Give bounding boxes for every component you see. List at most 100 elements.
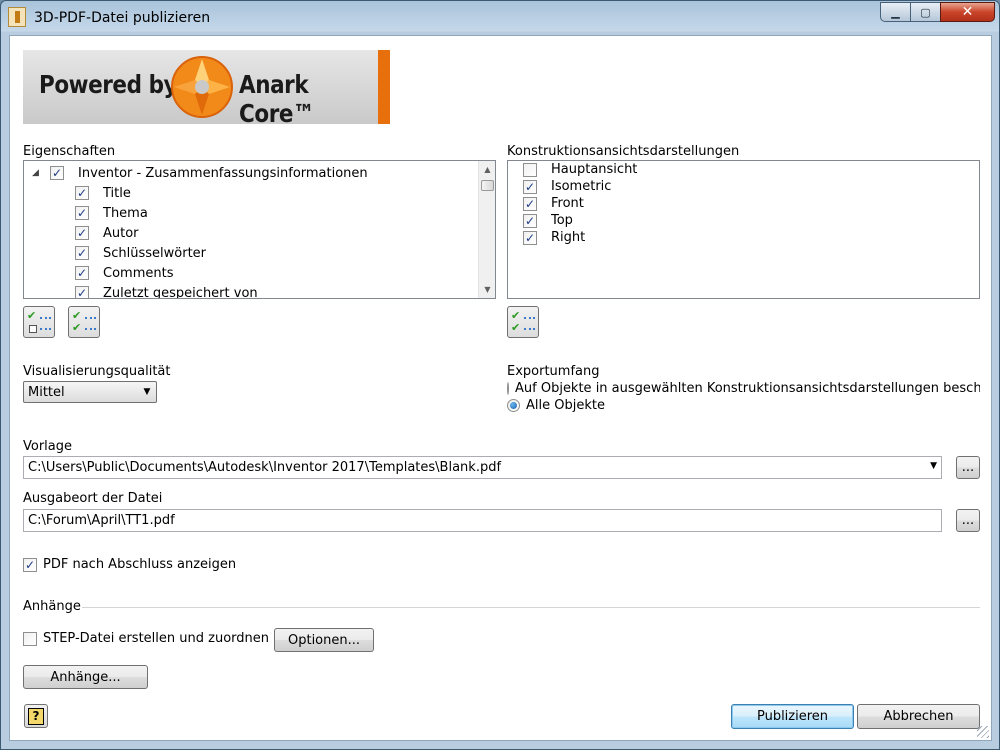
view-checkbox[interactable] — [523, 196, 537, 211]
export-option-all[interactable]: Alle Objekte — [507, 397, 605, 414]
tree-checkbox-summary[interactable] — [50, 166, 64, 180]
scroll-up-icon[interactable]: ▲ — [479, 161, 495, 178]
tree-item[interactable]: Comments — [75, 263, 173, 283]
tree-expander-icon[interactable]: ◢ — [32, 168, 42, 178]
check-all-views-button[interactable]: ✔ ✔ — [507, 306, 539, 338]
view-item-isometric[interactable]: Isometric — [523, 178, 611, 195]
tree-item[interactable]: Thema — [75, 203, 148, 223]
dialog-window: 3D-PDF-Datei publizieren ▁ ▢ ✕ Powered b… — [0, 0, 1000, 750]
views-label: Konstruktionsansichtsdarstellungen — [507, 144, 740, 159]
view-item-top[interactable]: Top — [523, 212, 573, 229]
tree-label: Zuletzt gespeichert von — [103, 285, 258, 299]
help-button[interactable]: ? — [24, 704, 48, 728]
check-all-properties-button[interactable]: ✔ ✔ — [68, 306, 100, 338]
anark-logo-icon — [171, 56, 233, 118]
export-radio-restricted[interactable] — [507, 382, 509, 395]
template-combo[interactable]: C:\Users\Public\Documents\Autodesk\Inven… — [23, 456, 942, 479]
view-checkbox[interactable] — [523, 162, 537, 177]
quality-select[interactable]: Mittel ▼ — [23, 381, 157, 403]
logo-text-powered-by: Powered by — [39, 70, 178, 99]
resize-grip[interactable] — [977, 726, 989, 738]
attachments-section-label: Anhänge — [23, 599, 81, 614]
properties-label: Eigenschaften — [23, 144, 116, 159]
tree-item[interactable]: Zuletzt gespeichert von — [75, 283, 258, 299]
tree-checkbox[interactable] — [75, 206, 89, 220]
checkmark-icon: ✔ — [511, 321, 521, 334]
publish-label: Publizieren — [756, 709, 829, 724]
chevron-down-icon[interactable]: ▼ — [930, 461, 937, 471]
output-browse-button[interactable]: ... — [956, 509, 980, 532]
tree-label: Thema — [103, 205, 148, 221]
tree-label: Comments — [103, 265, 174, 281]
options-button[interactable]: Optionen... — [274, 628, 374, 652]
view-checkbox[interactable] — [523, 179, 537, 194]
show-pdf-option[interactable]: PDF nach Abschluss anzeigen — [23, 557, 236, 572]
tree-item[interactable]: Title — [75, 183, 131, 203]
logo-accent-stripe — [378, 50, 390, 124]
export-option-restricted[interactable]: Auf Objekte in ausgewählten Konstruktion… — [507, 380, 980, 397]
view-label: Front — [551, 196, 584, 211]
anark-logo: Powered by Anark Core™ — [23, 50, 390, 124]
scroll-thumb[interactable] — [481, 180, 494, 191]
list-line-icon — [524, 328, 535, 330]
export-option-label: Alle Objekte — [526, 398, 605, 413]
window-title: 3D-PDF-Datei publizieren — [34, 10, 211, 26]
tree-label: Autor — [103, 225, 139, 241]
list-line-icon — [40, 328, 51, 330]
output-path-input[interactable]: C:\Forum\April\TT1.pdf — [23, 509, 942, 532]
show-pdf-label: PDF nach Abschluss anzeigen — [43, 557, 237, 572]
output-label: Ausgabeort der Datei — [23, 491, 163, 506]
tree-checkbox[interactable] — [75, 286, 89, 298]
empty-box-icon — [29, 325, 37, 333]
properties-tree[interactable]: ◢ Inventor - Zusammenfassungsinformation… — [23, 160, 496, 299]
export-radio-all[interactable] — [507, 399, 520, 412]
step-file-checkbox[interactable] — [23, 631, 37, 646]
dialog-client-area: Powered by Anark Core™ Eigenschaften ◢ I… — [9, 35, 992, 741]
template-value: C:\Users\Public\Documents\Autodesk\Inven… — [28, 460, 502, 475]
minimize-icon: ▁ — [891, 5, 900, 19]
tree-item-summary[interactable]: ◢ Inventor - Zusammenfassungsinformation… — [32, 163, 368, 183]
list-line-icon — [85, 328, 96, 330]
minimize-button[interactable]: ▁ — [880, 2, 911, 22]
list-line-icon — [524, 317, 535, 319]
options-label: Optionen... — [287, 632, 361, 648]
cancel-button[interactable]: Abbrechen — [857, 704, 980, 729]
template-browse-button[interactable]: ... — [956, 456, 980, 479]
close-button[interactable]: ✕ — [940, 2, 995, 22]
view-checkbox[interactable] — [523, 230, 537, 245]
scroll-down-icon[interactable]: ▼ — [479, 281, 495, 298]
tree-item[interactable]: Schlüsselwörter — [75, 243, 206, 263]
attachments-divider — [82, 607, 980, 608]
title-bar[interactable]: 3D-PDF-Datei publizieren ▁ ▢ ✕ — [1, 1, 1000, 35]
tree-label: Inventor - Zusammenfassungsinformationen — [78, 165, 368, 181]
publish-button[interactable]: Publizieren — [731, 704, 854, 729]
logo-text-anark-core: Anark Core™ — [239, 70, 315, 124]
view-label: Top — [551, 213, 573, 228]
list-line-icon — [40, 317, 51, 319]
list-line-icon — [85, 317, 96, 319]
step-file-option[interactable]: STEP-Datei erstellen und zuordnen — [23, 631, 269, 646]
view-checkbox[interactable] — [523, 213, 537, 228]
views-list[interactable]: Hauptansicht Isometric Front Top Right — [507, 160, 980, 299]
tree-checkbox[interactable] — [75, 226, 89, 240]
quality-label: Visualisierungsqualität — [23, 364, 171, 379]
maximize-button[interactable]: ▢ — [910, 2, 941, 22]
tree-item[interactable]: Autor — [75, 223, 139, 243]
tree-checkbox[interactable] — [75, 246, 89, 260]
tree-label: Schlüsselwörter — [103, 245, 207, 261]
attachments-button[interactable]: Anhänge... — [23, 665, 148, 689]
properties-scrollbar[interactable]: ▲ ▼ — [478, 161, 495, 298]
show-pdf-checkbox[interactable] — [23, 557, 37, 572]
check-selected-properties-button[interactable]: ✔ — [23, 306, 55, 338]
caption-buttons: ▁ ▢ ✕ — [880, 2, 995, 22]
view-item-hauptansicht[interactable]: Hauptansicht — [523, 161, 637, 178]
checkmark-icon: ✔ — [27, 309, 37, 322]
tree-label: Title — [103, 185, 131, 201]
tree-checkbox[interactable] — [75, 266, 89, 280]
view-item-right[interactable]: Right — [523, 229, 585, 246]
view-item-front[interactable]: Front — [523, 195, 584, 212]
step-file-label: STEP-Datei erstellen und zuordnen — [43, 631, 269, 646]
chevron-down-icon: ▼ — [143, 387, 151, 397]
tree-checkbox[interactable] — [75, 186, 89, 200]
export-option-label: Auf Objekte in ausgewählten Konstruktion… — [515, 381, 980, 396]
